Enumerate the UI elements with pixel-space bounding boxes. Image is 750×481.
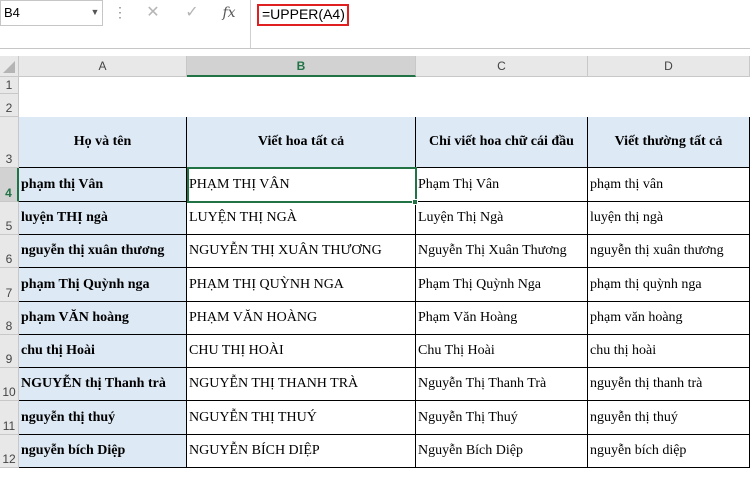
cell-b10[interactable]: NGUYỄN THỊ THANH TRÀ [187,368,416,401]
formula-bar-border [0,48,750,49]
row-header-5[interactable]: 5 [0,202,19,235]
cell-a10[interactable]: NGUYỄN thị Thanh trà [19,368,187,401]
cell-d10[interactable]: nguyễn thị thanh trà [588,368,750,401]
cell-b12[interactable]: NGUYỄN BÍCH DIỆP [187,435,416,468]
active-cell-border [187,167,417,203]
column-header-c[interactable]: C [416,56,588,77]
cell-a6[interactable]: nguyễn thị xuân thương [19,235,187,268]
name-box-dropdown-icon[interactable]: ▼ [89,0,101,24]
cell-a4[interactable]: phạm thị Vân [19,168,187,202]
cell-d5[interactable]: luyện thị ngà [588,202,750,235]
cell-a11[interactable]: nguyễn thị thuý [19,401,187,435]
cell-b8[interactable]: PHẠM VĂN HOÀNG [187,302,416,335]
cell-a12[interactable]: nguyễn bích Diệp [19,435,187,468]
row-header-12[interactable]: 12 [0,435,19,468]
cell-c10[interactable]: Nguyễn Thị Thanh Trà [416,368,588,401]
table-header-d[interactable]: Viết thường tất cả [588,117,750,168]
cell-d12[interactable]: nguyễn bích diệp [588,435,750,468]
cell-a9[interactable]: chu thị Hoài [19,335,187,368]
name-box[interactable]: B4 [0,0,103,26]
row-header-9[interactable]: 9 [0,335,19,368]
cell-b5[interactable]: LUYỆN THỊ NGÀ [187,202,416,235]
table-header-a[interactable]: Họ và tên [19,117,187,168]
row-header-4[interactable]: 4 [0,168,19,202]
cell-b6[interactable]: NGUYỄN THỊ XUÂN THƯƠNG [187,235,416,268]
formula-input[interactable]: =UPPER(A4) [257,4,349,26]
cell-c6[interactable]: Nguyễn Thị Xuân Thương [416,235,588,268]
row-header-7[interactable]: 7 [0,268,19,302]
table-header-b[interactable]: Viết hoa tất cả [187,117,416,168]
cell-a7[interactable]: phạm Thị Quỳnh nga [19,268,187,302]
cell-b11[interactable]: NGUYỄN THỊ THUÝ [187,401,416,435]
cell-c12[interactable]: Nguyễn Bích Diệp [416,435,588,468]
cell-c11[interactable]: Nguyễn Thị Thuý [416,401,588,435]
row-header-10[interactable]: 10 [0,368,19,401]
cell-c7[interactable]: Phạm Thị Quỳnh Nga [416,268,588,302]
column-header-b[interactable]: B [187,56,416,77]
cell-b7[interactable]: PHẠM THỊ QUỲNH NGA [187,268,416,302]
cell-a5[interactable]: luyện THỊ ngà [19,202,187,235]
select-all-icon [3,61,15,73]
cell-c8[interactable]: Phạm Văn Hoàng [416,302,588,335]
cell-a8[interactable]: phạm VĂN hoàng [19,302,187,335]
fill-handle[interactable] [412,199,418,205]
row-header-2[interactable]: 2 [0,94,19,117]
cell-d8[interactable]: phạm văn hoàng [588,302,750,335]
cell-c9[interactable]: Chu Thị Hoài [416,335,588,368]
formula-bar-divider [250,0,251,48]
column-header-d[interactable]: D [588,56,750,77]
cancel-formula-button[interactable]: ✕ [141,2,165,24]
table-header-c[interactable]: Chỉ viết hoa chữ cái đầu [416,117,588,168]
enter-formula-button[interactable]: ✓ [180,2,204,24]
cell-d9[interactable]: chu thị hoài [588,335,750,368]
cell-c4[interactable]: Phạm Thị Vân [416,168,588,202]
cell-d4[interactable]: phạm thị vân [588,168,750,202]
formula-bar-grip-icon: ⋮ [113,4,127,20]
cell-b9[interactable]: CHU THỊ HOÀI [187,335,416,368]
cell-d7[interactable]: phạm thị quỳnh nga [588,268,750,302]
row-header-8[interactable]: 8 [0,302,19,335]
cell-d6[interactable]: nguyễn thị xuân thương [588,235,750,268]
insert-function-button[interactable]: fx [217,2,241,24]
row-header-6[interactable]: 6 [0,235,19,268]
row-header-1[interactable]: 1 [0,77,19,94]
column-header-a[interactable]: A [19,56,187,77]
row-header-11[interactable]: 11 [0,401,19,435]
cell-c5[interactable]: Luyện Thị Ngà [416,202,588,235]
row-header-3[interactable]: 3 [0,117,19,168]
cell-d11[interactable]: nguyễn thị thuý [588,401,750,435]
